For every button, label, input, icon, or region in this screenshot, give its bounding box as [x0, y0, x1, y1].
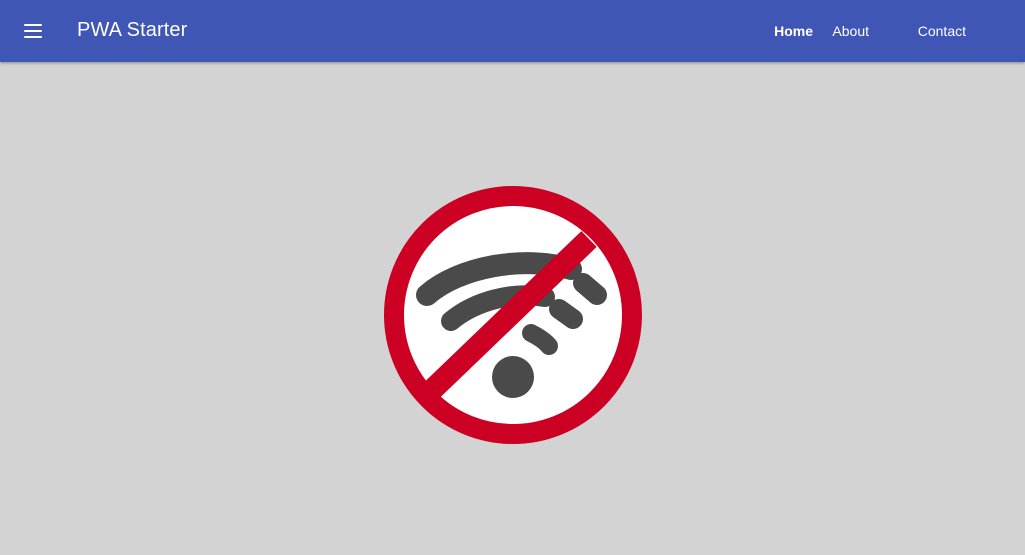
menu-line [24, 30, 42, 32]
nav-link-about[interactable]: About [832, 20, 869, 42]
wifi-arc-outer-right [573, 273, 607, 305]
menu-hamburger-icon[interactable] [18, 17, 48, 45]
no-wifi-icon [384, 186, 642, 444]
nav-link-home[interactable]: Home [774, 20, 813, 42]
wifi-arc-inner [522, 324, 558, 355]
app-title: PWA Starter [77, 19, 188, 41]
menu-line [24, 24, 42, 26]
nav-link-contact[interactable]: Contact [918, 20, 966, 42]
menu-line [24, 36, 42, 38]
wifi-arc-middle-right [549, 299, 583, 329]
main-content [0, 62, 1025, 555]
app-header: PWA Starter Home About Contact [0, 0, 1025, 62]
wifi-dot [492, 356, 534, 398]
